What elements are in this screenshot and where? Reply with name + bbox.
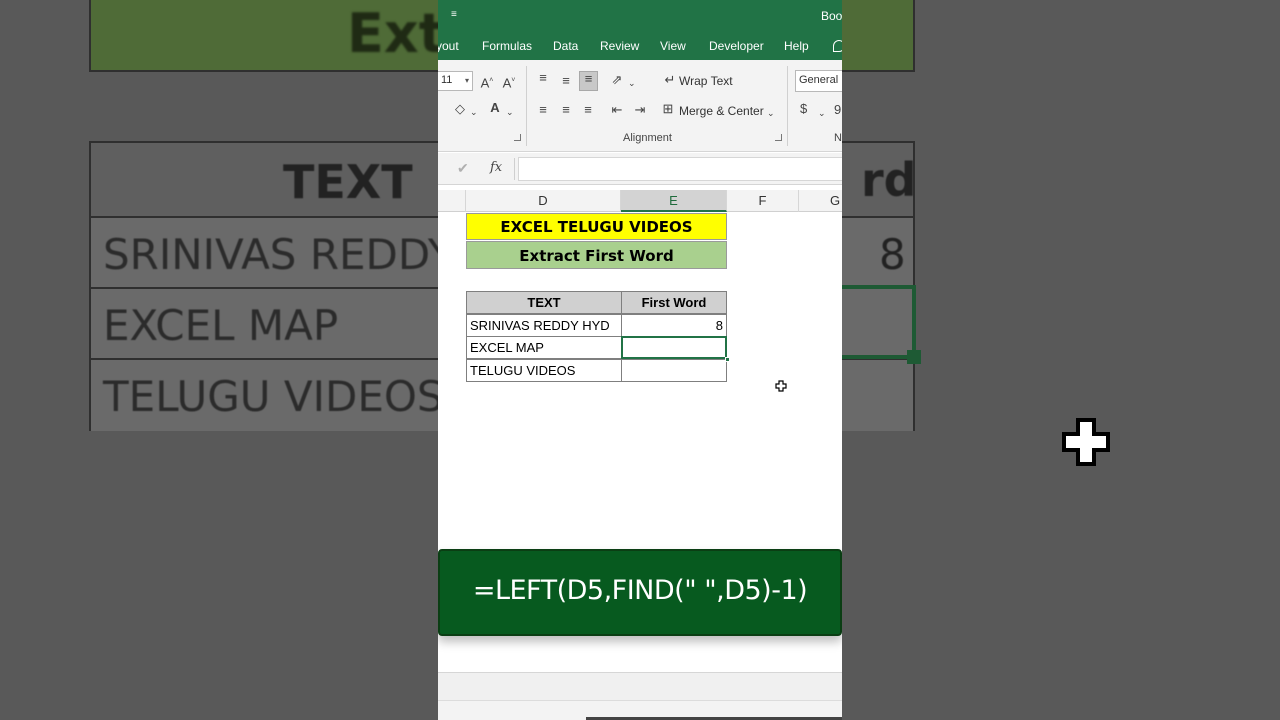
bottom-align-icon[interactable]: ≡	[579, 71, 598, 91]
align-left-icon[interactable]: ≡	[535, 103, 551, 117]
fill-handle[interactable]	[725, 357, 730, 362]
formula-bar-separator	[514, 158, 515, 180]
tab-view[interactable]: View	[660, 39, 686, 53]
fill-color-icon[interactable]: ◇	[452, 102, 468, 116]
wrap-text-label[interactable]: Wrap Text	[679, 74, 733, 88]
group-separator	[526, 66, 527, 146]
align-center-icon[interactable]: ≡	[558, 103, 574, 117]
alignment-group-label: Alignment	[623, 132, 672, 144]
table-header-text[interactable]: TEXT	[466, 291, 622, 314]
quick-access-dropdown-icon[interactable]: ≡	[451, 9, 457, 20]
column-header-f[interactable]: F	[727, 190, 799, 212]
sheet-tabs-bar	[438, 672, 842, 700]
decrease-font-size-icon[interactable]: A˅	[502, 74, 516, 90]
tab-review[interactable]: Review	[600, 39, 639, 53]
bg-header-right: rd	[861, 153, 917, 207]
tab-data[interactable]: Data	[553, 39, 578, 53]
formula-overlay: =LEFT(D5,FIND(" ",D5)-1)	[438, 549, 842, 636]
ribbon: 11 ▾ A˄ A˅ ◇ ⌄ A ⌄ ≡ ≡ ≡ ⇗ ⌄ ↵ Wrap Text…	[438, 60, 842, 178]
tab-help[interactable]: Help	[784, 39, 809, 53]
active-cell[interactable]	[621, 336, 727, 359]
number-format-value: General	[799, 74, 839, 86]
tab-formulas[interactable]: Formulas	[482, 39, 532, 53]
font-size-value: 11	[441, 74, 453, 86]
alignment-dialog-launcher-icon[interactable]	[775, 134, 782, 141]
bg-row-text: TELUGU VIDEOS	[103, 372, 444, 421]
table-cell-first-word[interactable]: 8	[621, 314, 727, 337]
table-cell-text[interactable]: TELUGU VIDEOS	[466, 359, 622, 382]
chevron-down-icon[interactable]: ⌄	[818, 106, 826, 120]
column-header-d[interactable]: D	[466, 190, 621, 212]
increase-indent-icon[interactable]: ⇥	[632, 103, 648, 117]
group-separator	[787, 66, 788, 146]
font-size-select[interactable]: 11 ▾	[438, 71, 473, 91]
chevron-down-icon[interactable]: ⌄	[470, 105, 478, 119]
column-header-e[interactable]: E	[621, 190, 727, 212]
bg-selection-border	[830, 285, 916, 359]
table-cell-first-word[interactable]	[621, 359, 727, 382]
table-cell-text[interactable]: SRINIVAS REDDY HYD	[466, 314, 622, 337]
currency-icon[interactable]: $	[800, 102, 807, 116]
merge-center-label[interactable]: Merge & Center	[679, 104, 764, 118]
increase-font-size-icon[interactable]: A˄	[480, 74, 494, 90]
table-cell-text[interactable]: EXCEL MAP	[466, 336, 622, 359]
enter-check-icon[interactable]: ✔	[457, 160, 469, 177]
insert-function-button[interactable]: fx	[490, 160, 502, 175]
bg-fill-handle	[907, 350, 921, 364]
formula-bar: ✔ fx	[438, 153, 842, 185]
cell-cursor-icon	[775, 380, 787, 392]
merge-center-icon[interactable]: ⊞	[660, 102, 676, 116]
chevron-down-icon[interactable]: ⌄	[506, 105, 514, 119]
column-header-g[interactable]: G	[799, 190, 842, 212]
decrease-indent-icon[interactable]: ⇤	[609, 103, 625, 117]
bg-row-text: SRINIVAS REDDY	[103, 230, 454, 279]
lightbulb-icon[interactable]	[833, 40, 842, 52]
chevron-down-icon[interactable]: ⌄	[767, 106, 775, 120]
status-bar	[438, 700, 842, 720]
align-right-icon[interactable]: ≡	[580, 103, 596, 117]
bg-row-text: EXCEL MAP	[103, 301, 339, 350]
cell-cursor-icon	[1062, 418, 1110, 466]
select-all-corner[interactable]	[438, 190, 466, 212]
chevron-down-icon: ▾	[464, 76, 469, 85]
font-color-icon[interactable]: A	[488, 101, 502, 115]
bg-header-left: TEXT	[283, 155, 413, 209]
middle-align-icon[interactable]: ≡	[558, 74, 574, 88]
percent-icon-fragment[interactable]: 9	[834, 103, 841, 117]
number-format-select[interactable]: General	[795, 70, 842, 92]
table-header-first-word[interactable]: First Word	[621, 291, 727, 314]
window-title: Boo	[821, 9, 842, 23]
wrap-text-icon[interactable]: ↵	[662, 73, 678, 87]
tab-page-layout[interactable]: yout	[438, 39, 459, 53]
title-banner[interactable]: EXCEL TELUGU VIDEOS	[466, 213, 727, 240]
column-headers: D E F G	[438, 190, 842, 212]
top-align-icon[interactable]: ≡	[535, 71, 551, 85]
subtitle-banner[interactable]: Extract First Word	[466, 241, 727, 269]
chevron-down-icon[interactable]: ⌄	[628, 76, 636, 90]
orientation-icon[interactable]: ⇗	[609, 73, 625, 87]
bg-row-value: 8	[879, 230, 906, 279]
ribbon-tabs: yout Formulas Data Review View Developer…	[438, 32, 842, 60]
number-group-label: N	[834, 132, 842, 144]
excel-window: ≡ Boo yout Formulas Data Review View Dev…	[438, 0, 842, 720]
video-frame: Extract TEXT rd SRINIVAS REDDY 8 EXCEL M…	[0, 0, 1280, 720]
font-dialog-launcher-icon[interactable]	[514, 134, 521, 141]
formula-input[interactable]	[518, 157, 842, 181]
tab-developer[interactable]: Developer	[709, 39, 764, 53]
title-bar: ≡ Boo	[438, 0, 842, 32]
